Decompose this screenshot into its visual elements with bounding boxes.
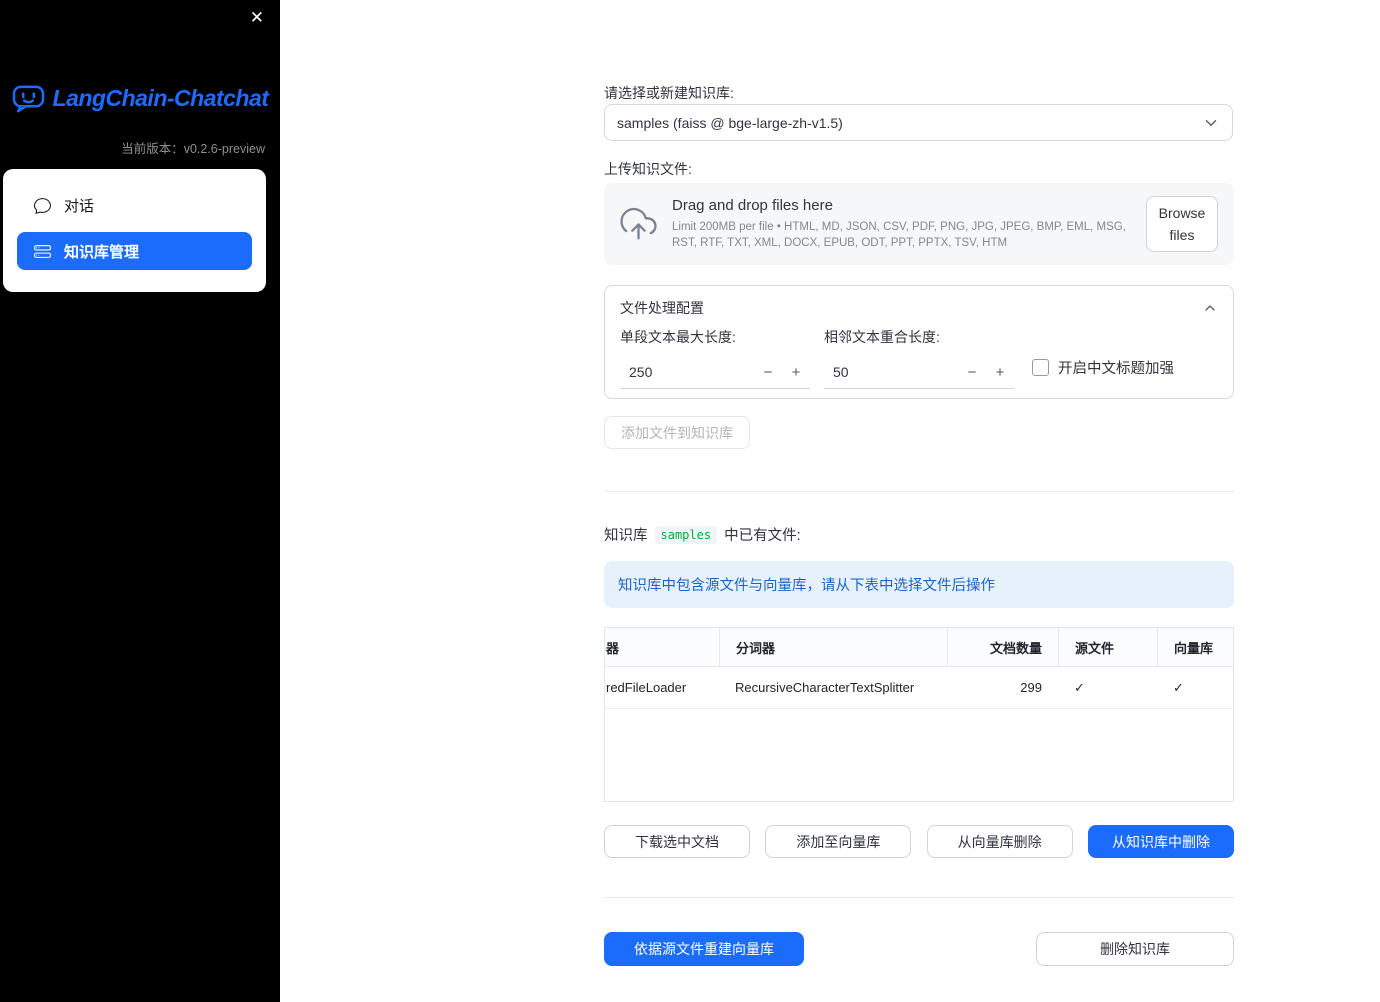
dropzone-limit-text: Limit 200MB per file • HTML, MD, JSON, C… <box>672 220 1126 249</box>
cell-source-file-check: ✓ <box>1074 679 1085 695</box>
table-header-doc-count: 文档数量 <box>947 628 1058 666</box>
add-files-to-kb-button[interactable]: 添加文件到知识库 <box>604 416 750 449</box>
sidebar-menu: 对话 知识库管理 <box>3 169 266 292</box>
table-header-loader: 器 <box>606 640 620 656</box>
overlap-size-decrement-button[interactable]: − <box>958 364 986 381</box>
download-selected-button[interactable]: 下载选中文档 <box>604 825 750 858</box>
divider <box>604 897 1234 898</box>
existing-files-suffix: 中已有文件: <box>724 528 801 544</box>
delete-from-vector-store-button[interactable]: 从向量库删除 <box>926 825 1073 858</box>
delete-from-kb-button[interactable]: 从知识库中删除 <box>1087 825 1234 858</box>
cell-loader: redFileLoader <box>606 680 687 695</box>
info-banner: 知识库中包含源文件与向量库，请从下表中选择文件后操作 <box>604 561 1234 608</box>
cell-doc-count: 299 <box>1020 680 1042 695</box>
files-table[interactable]: 器 分词器 文档数量 源文件 向量库 redFileLoader Recursi… <box>604 627 1234 802</box>
add-to-vector-store-button[interactable]: 添加至向量库 <box>765 825 912 858</box>
table-header-splitter: 分词器 <box>719 628 947 666</box>
kb-select[interactable]: samples (faiss @ bge-large-zh-v1.5) <box>604 104 1233 141</box>
chunk-size-label: 单段文本最大长度: <box>620 329 736 345</box>
existing-files-prefix: 知识库 <box>604 528 648 544</box>
zh-title-enhance-label: 开启中文标题加强 <box>1058 361 1174 377</box>
chunk-size-value[interactable]: 250 <box>620 364 754 380</box>
chevron-up-icon <box>1202 300 1218 316</box>
expander-header[interactable]: 文件处理配置 <box>605 286 1233 318</box>
overlap-size-input[interactable]: 50 − + <box>824 356 1014 389</box>
existing-files-heading: 知识库 samples 中已有文件: <box>604 524 801 545</box>
overlap-size-label: 相邻文本重合长度: <box>824 329 940 345</box>
sidebar: ✕ LangChain-Chatchat 当前版本：v0.2.6-preview… <box>0 0 280 1002</box>
upload-cloud-icon <box>620 206 657 243</box>
upload-label: 上传知识文件: <box>604 161 692 177</box>
sidebar-item-label: 对话 <box>64 197 95 215</box>
cell-vector-store-check: ✓ <box>1173 679 1184 695</box>
file-config-expander: 文件处理配置 单段文本最大长度: 250 − + 相邻文本重合长度: 50 − … <box>604 285 1234 399</box>
info-banner-text: 知识库中包含源文件与向量库，请从下表中选择文件后操作 <box>618 578 995 594</box>
expander-title: 文件处理配置 <box>620 300 704 316</box>
sidebar-item-kb-management[interactable]: 知识库管理 <box>17 232 252 270</box>
kb-select-value: samples (faiss @ bge-large-zh-v1.5) <box>617 114 843 131</box>
checkbox-icon[interactable] <box>1032 359 1049 376</box>
browse-files-button[interactable]: Browse files <box>1146 195 1218 253</box>
overlap-size-value[interactable]: 50 <box>824 364 958 380</box>
chunk-size-input[interactable]: 250 − + <box>620 356 810 389</box>
kb-name-code: samples <box>654 525 718 544</box>
sidebar-close-button[interactable]: ✕ <box>246 5 268 30</box>
version-label: 当前版本： <box>121 142 184 156</box>
table-header-row: 器 分词器 文档数量 源文件 向量库 <box>605 628 1233 667</box>
kb-level-buttons: 依据源文件重建向量库 删除知识库 <box>604 932 1234 966</box>
file-dropzone[interactable]: Drag and drop files here Limit 200MB per… <box>604 183 1234 265</box>
delete-kb-button[interactable]: 删除知识库 <box>1036 932 1234 966</box>
kb-select-label: 请选择或新建知识库: <box>604 85 734 101</box>
sidebar-item-label: 知识库管理 <box>64 243 140 261</box>
chunk-size-increment-button[interactable]: + <box>782 364 810 381</box>
version-value: v0.2.6-preview <box>183 142 265 156</box>
main-content: 请选择或新建知识库: samples (faiss @ bge-large-zh… <box>604 0 1234 1002</box>
table-header-source-file: 源文件 <box>1058 628 1157 666</box>
dropzone-text: Drag and drop files here Limit 200MB per… <box>672 197 1146 251</box>
dropzone-title: Drag and drop files here <box>672 196 833 214</box>
version-text: 当前版本：v0.2.6-preview <box>121 138 265 157</box>
chevron-down-icon <box>1202 114 1220 132</box>
sidebar-item-dialogue[interactable]: 对话 <box>17 186 252 224</box>
file-action-buttons: 下载选中文档 添加至向量库 从向量库删除 从知识库中删除 <box>604 825 1234 858</box>
cell-splitter: RecursiveCharacterTextSplitter <box>735 680 915 695</box>
chat-bubble-icon <box>34 197 51 214</box>
hdd-stack-icon <box>34 243 51 260</box>
logo-chat-icon <box>12 84 45 113</box>
overlap-size-increment-button[interactable]: + <box>986 364 1014 381</box>
app-title: LangChain-Chatchat <box>52 85 269 111</box>
expander-body: 单段文本最大长度: 250 − + 相邻文本重合长度: 50 − + 开启中文标… <box>605 318 1233 389</box>
divider <box>604 491 1234 492</box>
app-logo: LangChain-Chatchat <box>0 84 280 113</box>
rebuild-vector-store-button[interactable]: 依据源文件重建向量库 <box>604 932 804 966</box>
table-header-vector-store: 向量库 <box>1157 628 1233 666</box>
zh-title-enhance-checkbox[interactable]: 开启中文标题加强 <box>1032 357 1174 378</box>
chunk-size-decrement-button[interactable]: − <box>754 364 782 381</box>
table-row[interactable]: redFileLoader RecursiveCharacterTextSpli… <box>605 667 1233 709</box>
